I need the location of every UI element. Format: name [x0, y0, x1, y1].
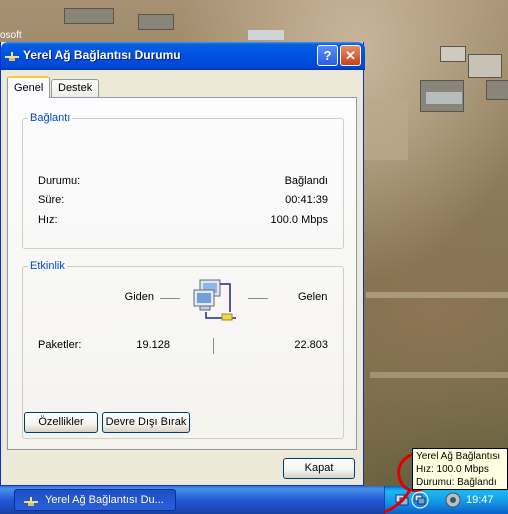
- wallpaper-house: [486, 80, 508, 100]
- packets-received-value: 22.803: [294, 339, 328, 351]
- wallpaper-road: [364, 100, 408, 160]
- duration-value: 00:41:39: [285, 194, 328, 206]
- status-value: Bağlandı: [284, 175, 328, 187]
- network-connection-icon: [24, 497, 38, 506]
- wallpaper-house: [440, 46, 466, 62]
- packets-label: Paketler:: [38, 339, 82, 351]
- network-activity-icon: [193, 279, 236, 321]
- help-button[interactable]: ?: [317, 45, 338, 66]
- disable-button[interactable]: Devre Dışı Bırak: [102, 412, 190, 433]
- wallpaper-road: [366, 292, 508, 298]
- close-window-button[interactable]: ✕: [340, 45, 361, 66]
- sent-label: Giden: [124, 291, 154, 303]
- tray-speaker-icon[interactable]: [445, 492, 461, 508]
- status-label: Durumu:: [38, 175, 81, 187]
- connection-status-window: Yerel Ağ Bağlantısı Durumu ? ✕ Genel Des…: [0, 42, 365, 486]
- wallpaper-house: [64, 8, 114, 24]
- sent-line: [160, 298, 180, 299]
- wallpaper-road: [370, 372, 508, 378]
- tray-tooltip: Yerel Ağ Bağlantısı Hız: 100.0 Mbps Duru…: [412, 448, 508, 490]
- taskbar-clock[interactable]: 19:47: [466, 494, 494, 506]
- packets-sent-value: 19.128: [136, 339, 170, 351]
- packets-divider: [213, 338, 214, 354]
- tooltip-line: Durumu: Bağlandı: [416, 477, 497, 488]
- wallpaper-house: [138, 14, 174, 30]
- activity-legend: Etkinlik: [30, 260, 65, 272]
- network-connection-icon: [5, 52, 19, 61]
- tab-panel: Bağlantı Durumu: Bağlandı Süre: 00:41:39…: [7, 97, 357, 450]
- speed-label: Hız:: [38, 214, 58, 226]
- received-label: Gelen: [298, 291, 328, 303]
- wallpaper-roof: [248, 30, 284, 40]
- duration-label: Süre:: [38, 194, 65, 206]
- tooltip-line: Yerel Ağ Bağlantısı: [416, 451, 501, 462]
- connection-legend: Bağlantı: [30, 112, 71, 124]
- properties-button[interactable]: Özellikler: [24, 412, 98, 433]
- wallpaper-roof: [426, 92, 462, 104]
- title-bar[interactable]: Yerel Ağ Bağlantısı Durumu ? ✕: [1, 42, 365, 70]
- tooltip-line: Hız: 100.0 Mbps: [416, 464, 489, 475]
- tab-destek[interactable]: Destek: [51, 79, 100, 98]
- taskbar-item-label: Yerel Ağ Bağlantısı Du...: [45, 494, 164, 506]
- tab-genel[interactable]: Genel: [7, 76, 51, 98]
- window-title: Yerel Ağ Bağlantısı Durumu: [23, 48, 181, 62]
- desktop-icon-label[interactable]: osoft: [0, 30, 22, 41]
- received-line: [248, 298, 268, 299]
- wallpaper-house: [468, 54, 502, 78]
- taskbar-item-connection-status[interactable]: Yerel Ağ Bağlantısı Du...: [14, 489, 176, 511]
- speed-value: 100.0 Mbps: [270, 214, 328, 226]
- close-button[interactable]: Kapat: [283, 458, 355, 479]
